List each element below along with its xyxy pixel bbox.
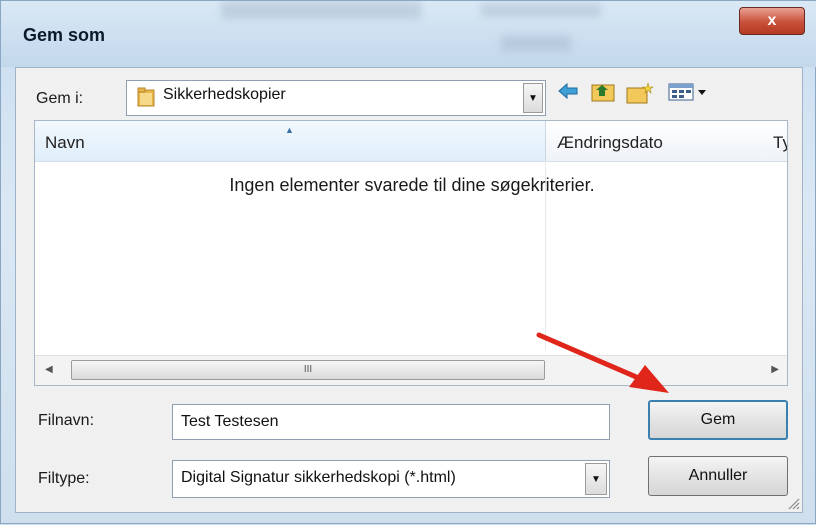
up-folder-icon[interactable] (590, 82, 616, 107)
new-folder-icon[interactable] (626, 82, 654, 109)
close-icon: x (767, 12, 777, 29)
view-menu-icon[interactable] (668, 82, 714, 107)
close-button[interactable]: x (739, 7, 805, 35)
folder-icon (137, 87, 155, 107)
scroll-left-icon[interactable]: ◀ (45, 364, 53, 375)
horizontal-scrollbar[interactable]: ◀ III ▶ (35, 355, 787, 385)
chevron-down-icon[interactable]: ▼ (585, 463, 607, 495)
sort-ascending-icon: ▲ (285, 125, 294, 135)
save-button[interactable]: Gem (648, 400, 788, 440)
save-in-value: Sikkerhedskopier (163, 86, 286, 103)
column-header-type[interactable]: Ty (773, 133, 787, 153)
scroll-right-icon[interactable]: ▶ (771, 364, 779, 375)
filename-label: Filnavn: (38, 412, 95, 429)
filename-input[interactable] (172, 404, 610, 440)
save-in-combo[interactable]: Sikkerhedskopier ▼ (126, 80, 546, 116)
column-header-name-label: Navn (45, 133, 85, 152)
list-header: ▲ Navn Ændringsdato Ty (35, 121, 787, 162)
save-as-dialog: Gem som x Gem i: Sikkerhedskopier ▼ ▲ Na… (0, 0, 816, 524)
empty-list-message: Ingen elementer svarede til dine søgekri… (229, 175, 595, 195)
filetype-combo[interactable]: Digital Signatur sikkerhedskopi (*.html)… (172, 460, 610, 498)
column-header-date[interactable]: Ændringsdato (557, 133, 663, 153)
filetype-value: Digital Signatur sikkerhedskopi (*.html) (181, 469, 456, 486)
title-bar[interactable]: Gem som x (1, 1, 816, 67)
background-blur (501, 35, 571, 51)
chevron-down-icon[interactable]: ▼ (523, 83, 543, 113)
save-in-label: Gem i: (36, 90, 84, 107)
cancel-button[interactable]: Annuller (648, 456, 788, 496)
back-arrow-icon[interactable] (556, 82, 580, 105)
dialog-title: Gem som (23, 25, 106, 45)
resize-grip-icon[interactable] (786, 496, 800, 510)
background-blur (481, 3, 601, 17)
background-blur (221, 1, 421, 19)
dialog-body: Gem i: Sikkerhedskopier ▼ ▲ Navn Ændring… (15, 67, 803, 513)
filetype-label: Filtype: (38, 470, 90, 487)
scrollbar-thumb[interactable]: III (71, 360, 545, 380)
file-list[interactable]: ▲ Navn Ændringsdato Ty Ingen elementer s… (34, 120, 788, 386)
